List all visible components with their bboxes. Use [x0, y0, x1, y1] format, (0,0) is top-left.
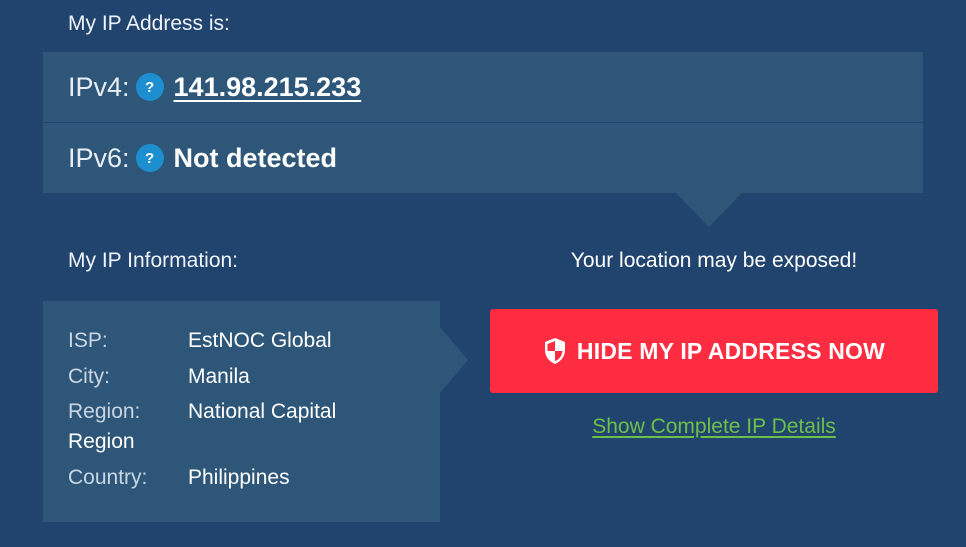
city-value: Manila [188, 365, 250, 388]
ip-info-panel: ISP: EstNOC Global City: Manila Region: … [43, 301, 440, 522]
panel-pointer-down [676, 193, 742, 227]
region-value-continued: Region [68, 430, 135, 453]
region-label: Region: [68, 400, 141, 423]
city-label: City: [68, 365, 110, 388]
hide-ip-button-label: HIDE MY IP ADDRESS NOW [576, 337, 886, 364]
country-value: Philippines [188, 466, 290, 489]
show-ip-details-link[interactable]: Show Complete IP Details [490, 415, 938, 439]
ipv6-row: IPv6: ? Not detected [43, 123, 923, 193]
region-value: National Capital [188, 400, 337, 423]
ip-address-panel: IPv4: ? 141.98.215.233 IPv6: ? Not detec… [43, 52, 923, 193]
my-ip-heading: My IP Address is: [68, 12, 230, 35]
hide-ip-button[interactable]: HIDE MY IP ADDRESS NOW [490, 309, 938, 393]
ipv6-help-icon[interactable]: ? [135, 144, 164, 172]
ip-check-page: My IP Address is: IPv4: ? 141.98.215.233… [0, 0, 966, 547]
panel-pointer-right [440, 327, 468, 393]
ipv6-value: Not detected [173, 142, 338, 173]
ipv4-value-link[interactable]: 141.98.215.233 [174, 72, 362, 103]
ipv4-label: IPv4: [68, 71, 130, 102]
ipv4-row: IPv4: ? 141.98.215.233 [43, 52, 923, 122]
ipv6-label: IPv6: [68, 142, 130, 173]
ipv4-help-icon[interactable]: ? [135, 73, 164, 101]
isp-value: EstNOC Global [188, 329, 332, 352]
shield-icon [543, 337, 567, 365]
my-ip-info-heading: My IP Information: [68, 249, 239, 272]
location-warning: Your location may be exposed! [570, 249, 858, 272]
country-label: Country: [68, 466, 148, 489]
isp-label: ISP: [68, 329, 108, 352]
